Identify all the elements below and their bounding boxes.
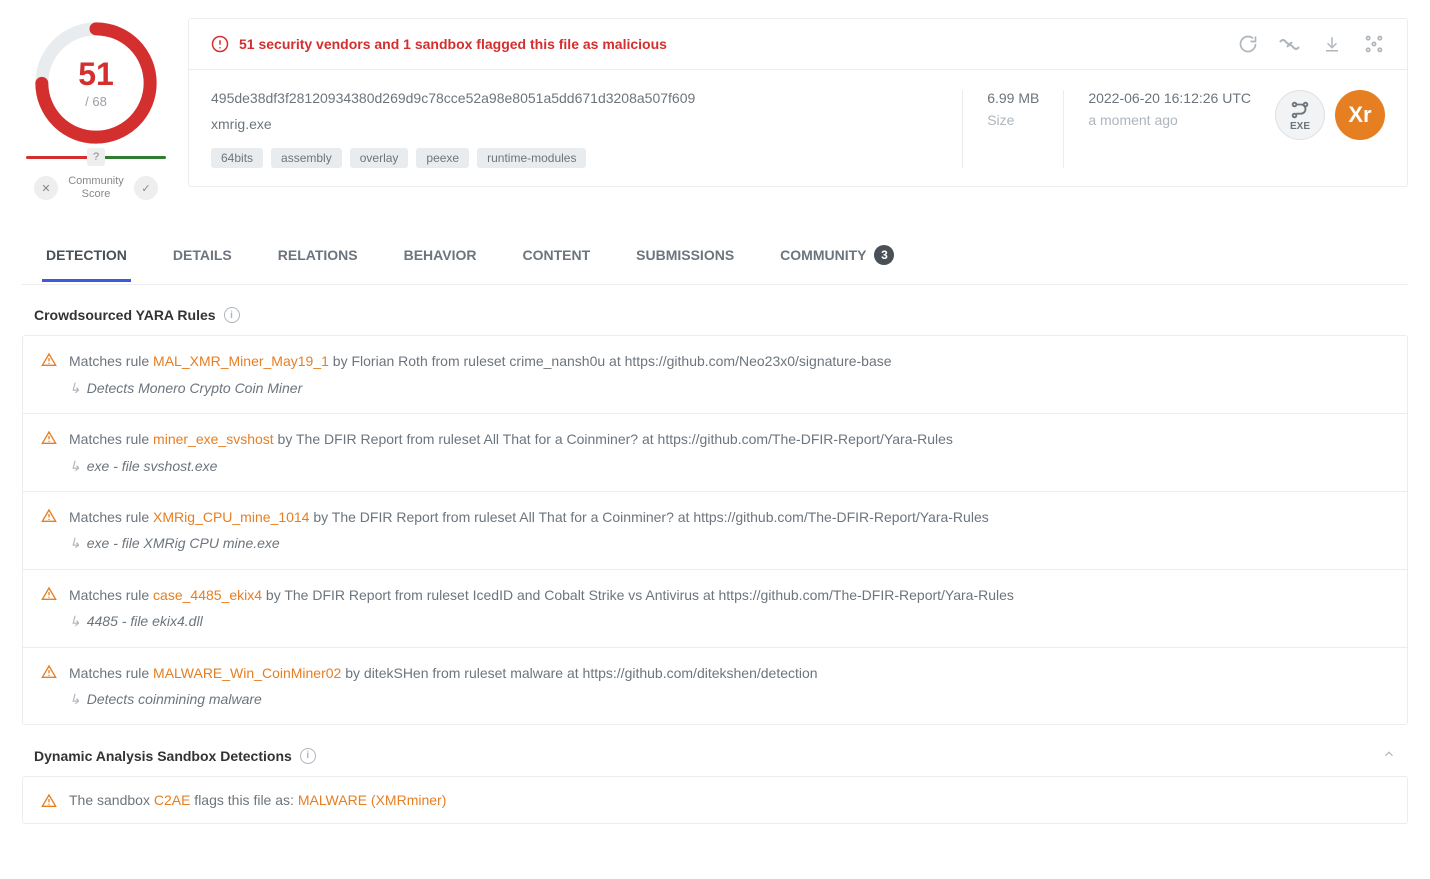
yara-rule: Matches rule MALWARE_Win_CoinMiner02 by …: [23, 648, 1407, 725]
warning-icon: [41, 586, 57, 602]
rule-description: ↳exe - file XMRig CPU mine.exe: [69, 532, 1389, 554]
yara-rule: Matches rule miner_exe_svshost by The DF…: [23, 414, 1407, 492]
tags-row: 64bits assembly overlay peexe runtime-module…: [211, 148, 938, 168]
tab-details[interactable]: DETAILS: [169, 231, 236, 282]
tab-relations[interactable]: RELATIONS: [274, 231, 362, 282]
rule-name[interactable]: case_4485_ekix4: [153, 587, 262, 603]
download-button[interactable]: [1321, 33, 1343, 55]
community-score-label: Community Score: [66, 175, 126, 201]
sandbox-heading: Dynamic Analysis Sandbox Detections: [34, 748, 292, 764]
analysis-time: 2022-06-20 16:12:26 UTC: [1088, 90, 1251, 106]
file-size: 6.99 MB: [987, 90, 1039, 106]
rule-description: ↳Detects coinmining malware: [69, 688, 1389, 710]
tag[interactable]: overlay: [350, 148, 409, 168]
rule-match-text: Matches rule case_4485_ekix4 by The DFIR…: [69, 584, 1389, 606]
tab-label: COMMUNITY: [780, 247, 866, 263]
tab-label: RELATIONS: [278, 247, 358, 263]
filetype-label: EXE: [1290, 121, 1310, 132]
tab-community[interactable]: COMMUNITY 3: [776, 229, 898, 284]
indent-arrow-icon: ↳: [69, 455, 81, 477]
detection-gauge: 51 / 68: [31, 18, 161, 148]
tab-label: CONTENT: [522, 247, 590, 263]
indent-arrow-icon: ↳: [69, 377, 81, 399]
warning-icon: [41, 664, 57, 680]
rule-name[interactable]: MALWARE_Win_CoinMiner02: [153, 665, 341, 681]
yara-rule: Matches rule XMRig_CPU_mine_1014 by The …: [23, 492, 1407, 570]
yara-rule: Matches rule MAL_XMR_Miner_May19_1 by Fl…: [23, 336, 1407, 414]
alert-icon: [211, 35, 229, 53]
tab-behavior[interactable]: BEHAVIOR: [400, 231, 481, 282]
warning-icon: [41, 793, 57, 809]
tag[interactable]: assembly: [271, 148, 342, 168]
warning-icon: [41, 352, 57, 368]
warning-icon: [41, 430, 57, 446]
rule-name[interactable]: MAL_XMR_Miner_May19_1: [153, 353, 329, 369]
rule-description: ↳exe - file svshost.exe: [69, 455, 1389, 477]
score-total: / 68: [85, 94, 107, 109]
graph-button[interactable]: [1363, 33, 1385, 55]
indent-arrow-icon: ↳: [69, 610, 81, 632]
sandbox-verdict: The sandbox C2AE flags this file as: MAL…: [69, 792, 446, 808]
rule-match-text: Matches rule MAL_XMR_Miner_May19_1 by Fl…: [69, 350, 1389, 372]
rule-match-text: Matches rule XMRig_CPU_mine_1014 by The …: [69, 506, 1389, 528]
yara-rule: Matches rule case_4485_ekix4 by The DFIR…: [23, 570, 1407, 648]
rule-description: ↳Detects Monero Crypto Coin Miner: [69, 377, 1389, 399]
alert-text: 51 security vendors and 1 sandbox flagge…: [239, 36, 667, 52]
vote-positive-button[interactable]: ✓: [134, 176, 158, 200]
indent-arrow-icon: ↳: [69, 688, 81, 710]
community-score-bar: ?: [26, 156, 166, 159]
filetype-icon: EXE: [1275, 90, 1325, 140]
tab-label: SUBMISSIONS: [636, 247, 734, 263]
tab-label: DETAILS: [173, 247, 232, 263]
similar-button[interactable]: [1279, 33, 1301, 55]
file-name: xmrig.exe: [211, 116, 938, 132]
indent-arrow-icon: ↳: [69, 532, 81, 554]
tab-label: DETECTION: [46, 247, 127, 263]
file-size-label: Size: [987, 112, 1039, 128]
file-hash: 495de38df3f28120934380d269d9c78cce52a98e…: [211, 90, 938, 106]
tab-submissions[interactable]: SUBMISSIONS: [632, 231, 738, 282]
warning-icon: [41, 508, 57, 524]
reanalyze-button[interactable]: [1237, 33, 1259, 55]
info-icon[interactable]: i: [300, 748, 316, 764]
rule-match-text: Matches rule MALWARE_Win_CoinMiner02 by …: [69, 662, 1389, 684]
info-icon[interactable]: i: [224, 307, 240, 323]
tab-badge: 3: [874, 245, 894, 265]
tab-detection[interactable]: DETECTION: [42, 231, 131, 282]
analysis-time-label: a moment ago: [1088, 112, 1251, 128]
rule-name[interactable]: miner_exe_svshost: [153, 431, 274, 447]
tag[interactable]: peexe: [416, 148, 469, 168]
rule-match-text: Matches rule miner_exe_svshost by The DF…: [69, 428, 1389, 450]
yara-heading: Crowdsourced YARA Rules: [34, 307, 216, 323]
tag[interactable]: runtime-modules: [477, 148, 586, 168]
vote-negative-button[interactable]: ✕: [34, 176, 58, 200]
tab-label: BEHAVIOR: [404, 247, 477, 263]
rule-description: ↳4485 - file ekix4.dll: [69, 610, 1389, 632]
tag[interactable]: 64bits: [211, 148, 263, 168]
chevron-up-icon[interactable]: [1382, 747, 1396, 764]
score-value: 51: [78, 58, 114, 90]
tab-content[interactable]: CONTENT: [518, 231, 594, 282]
vendor-icon: Xr: [1335, 90, 1385, 140]
question-icon: ?: [87, 148, 105, 166]
vendor-label: Xr: [1348, 102, 1371, 128]
rule-name[interactable]: XMRig_CPU_mine_1014: [153, 509, 309, 525]
